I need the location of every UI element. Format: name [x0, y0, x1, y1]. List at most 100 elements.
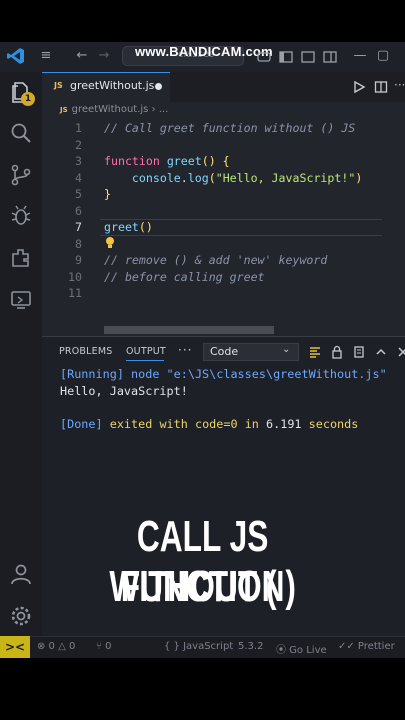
more-actions-icon[interactable]: ···	[394, 78, 405, 92]
breadcrumb-separator[interactable]: › ...	[152, 104, 169, 115]
code-line[interactable]: 7 greet()	[42, 219, 405, 236]
remote-explorer-icon[interactable]	[9, 288, 33, 312]
code-line[interactable]: 6	[42, 203, 405, 220]
search-icon[interactable]	[9, 121, 33, 145]
output-exited-text: exited with	[102, 417, 195, 431]
forward-arrow-icon[interactable]: →	[96, 48, 112, 64]
breadcrumb[interactable]: JS greetWithout.js › ...	[60, 104, 168, 120]
toggle-panel-icon[interactable]	[300, 49, 316, 65]
status-prettier[interactable]: ✓✓ Prettier	[338, 641, 395, 652]
code-text[interactable]: }	[104, 186, 111, 203]
code-text[interactable]: // before calling greet	[104, 269, 265, 286]
code-token: log	[187, 170, 209, 185]
code-token: (	[208, 170, 216, 185]
panel-more-icon[interactable]: ···	[178, 343, 192, 357]
unsaved-dot-icon[interactable]	[155, 83, 162, 90]
code-text[interactable]: // remove () & add 'new' keyword	[104, 252, 327, 269]
line-number: 7	[75, 220, 82, 234]
tab-strip	[170, 72, 405, 102]
tab-label[interactable]: greetWithout.js	[70, 79, 154, 92]
back-arrow-icon[interactable]: ←	[74, 48, 90, 64]
code-text[interactable]: greet()	[104, 219, 153, 236]
output-exit-code: code=0	[194, 417, 238, 431]
bottom-black-bar	[0, 658, 405, 720]
lock-scroll-icon[interactable]	[330, 345, 344, 359]
lightbulb-icon[interactable]	[104, 236, 116, 250]
filter-lines-icon[interactable]	[308, 345, 322, 359]
maximize-panel-chevron-up-icon[interactable]	[374, 345, 388, 359]
code-line[interactable]: 5}	[42, 186, 405, 203]
output-line-running: [Running] node "e:\JS\classes\greetWitho…	[60, 367, 387, 381]
output-result-text: Hello, JavaScript!	[60, 384, 188, 398]
copilot-icon[interactable]	[256, 49, 272, 65]
status-language[interactable]: { } JavaScript	[164, 641, 233, 652]
code-line[interactable]: 8	[42, 236, 405, 253]
explorer-badge: 1	[21, 92, 35, 106]
chevron-down-icon[interactable]: ⌄	[282, 344, 290, 355]
output-channel-value: Code	[210, 345, 239, 358]
code-token: function	[104, 154, 167, 168]
code-line[interactable]: 11	[42, 285, 405, 302]
caption-line-2: WITHOUT ( )	[109, 562, 296, 611]
code-line[interactable]: 4 console.log("Hello, JavaScript!")	[42, 170, 405, 187]
account-icon[interactable]	[9, 562, 33, 586]
remote-indicator[interactable]: ><	[0, 636, 30, 658]
output-running-text: [Running] node "e:\JS\classes\greetWitho…	[60, 367, 387, 381]
output-line-result: Hello, JavaScript!	[60, 384, 188, 398]
code-text[interactable]: function greet() {	[104, 153, 230, 170]
settings-gear-icon[interactable]	[9, 604, 33, 628]
tab-output[interactable]: OUTPUT	[126, 346, 166, 357]
code-token: greet	[104, 220, 139, 234]
clear-output-icon[interactable]	[352, 345, 366, 359]
code-token: () {	[201, 154, 230, 168]
status-problems[interactable]: ⊗ 0 △ 0	[37, 641, 75, 652]
output-line-done: [Done] exited with code=0 in 6.191 secon…	[60, 417, 358, 431]
code-line[interactable]: 9 // remove () & add 'new' keyword	[42, 252, 405, 269]
js-file-icon: JS	[54, 81, 63, 90]
code-token: )	[355, 170, 363, 185]
output-time: 6.191	[266, 417, 302, 431]
split-editor-icon[interactable]	[374, 80, 388, 94]
code-token: // Call greet function without () JS	[104, 121, 356, 135]
line-number: 2	[75, 137, 82, 152]
output-in-text: in	[237, 417, 267, 431]
close-panel-icon[interactable]	[396, 345, 405, 359]
activity-bar	[0, 72, 42, 636]
run-debug-icon[interactable]	[9, 204, 33, 228]
top-black-bar	[0, 0, 405, 42]
source-control-icon[interactable]	[9, 163, 33, 187]
code-line[interactable]: 10 // before calling greet	[42, 269, 405, 286]
bandicam-watermark: www.BANDICAM.com	[135, 44, 273, 59]
code-line[interactable]: 2	[42, 137, 405, 154]
minimize-icon[interactable]: —	[352, 48, 368, 64]
line-number: 5	[75, 187, 82, 201]
output-seconds-text: seconds	[301, 417, 359, 431]
line-number: 10	[68, 269, 82, 284]
tab-problems[interactable]: PROBLEMS	[59, 346, 112, 357]
code-text[interactable]: // Call greet function without () JS	[104, 120, 355, 137]
menu-icon[interactable]: ≡	[38, 48, 54, 64]
horizontal-scrollbar[interactable]	[104, 326, 274, 334]
code-token: // remove () & add 'new' keyword	[104, 253, 328, 267]
status-ports[interactable]: ⑂ 0	[96, 641, 112, 652]
breadcrumb-file[interactable]: greetWithout.js	[72, 104, 149, 115]
code-text[interactable]: console.log("Hello, JavaScript!")	[104, 170, 362, 187]
code-token: // before calling greet	[104, 269, 265, 284]
code-line[interactable]: 1 // Call greet function without () JS	[42, 120, 405, 137]
line-number: 8	[75, 236, 82, 251]
vscode-logo-icon	[7, 48, 24, 64]
maximize-icon[interactable]: ▢	[375, 48, 391, 64]
run-play-icon[interactable]	[352, 80, 366, 94]
layout-icon[interactable]	[322, 49, 338, 65]
code-line[interactable]: 3 function greet() {	[42, 153, 405, 170]
code-token: ()	[138, 220, 153, 234]
toggle-sidebar-icon[interactable]	[278, 49, 294, 65]
line-number: 3	[75, 154, 82, 168]
line-number: 4	[75, 170, 82, 185]
status-go-live[interactable]: ⦿ Go Live	[276, 641, 327, 656]
status-ts-version[interactable]: 5.3.2	[238, 641, 263, 652]
active-tab-underline	[126, 360, 164, 361]
js-file-icon: JS	[60, 106, 68, 114]
extensions-icon[interactable]	[9, 246, 33, 270]
